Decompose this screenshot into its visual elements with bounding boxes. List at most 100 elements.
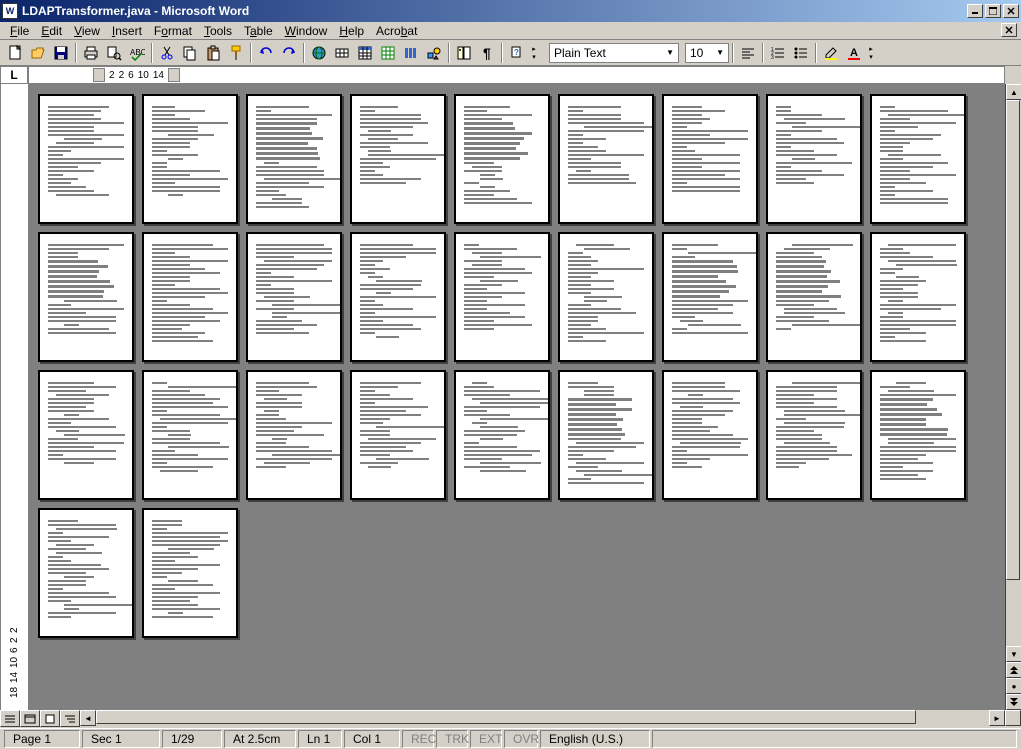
minimize-button[interactable] — [967, 4, 983, 18]
show-hide-button[interactable]: ¶ — [476, 42, 498, 64]
page-thumbnail[interactable] — [454, 370, 550, 500]
scroll-thumb[interactable] — [1006, 100, 1020, 580]
close-button[interactable] — [1003, 4, 1019, 18]
page-thumbnail[interactable] — [38, 508, 134, 638]
page-thumbnail[interactable] — [350, 370, 446, 500]
excel-button[interactable] — [377, 42, 399, 64]
ruler-tick: 6 — [9, 647, 20, 653]
menu-insert[interactable]: Insert — [106, 23, 148, 39]
page-thumbnail[interactable] — [766, 94, 862, 224]
page-thumbnail[interactable] — [246, 232, 342, 362]
document-map-button[interactable] — [453, 42, 475, 64]
print-button[interactable] — [80, 42, 102, 64]
page-thumbnail[interactable] — [350, 94, 446, 224]
drawing-button[interactable] — [423, 42, 445, 64]
page-thumbnail[interactable] — [142, 94, 238, 224]
menu-format[interactable]: Format — [148, 23, 198, 39]
next-page-button[interactable] — [1006, 694, 1021, 710]
copy-button[interactable] — [179, 42, 201, 64]
numbered-list-button[interactable]: 123 — [767, 42, 789, 64]
maximize-button[interactable] — [985, 4, 1001, 18]
columns-button[interactable] — [400, 42, 422, 64]
page-thumbnail[interactable] — [662, 232, 758, 362]
menu-edit[interactable]: Edit — [35, 23, 68, 39]
new-document-button[interactable] — [4, 42, 26, 64]
menu-tools[interactable]: Tools — [198, 23, 238, 39]
page-thumbnail[interactable] — [142, 508, 238, 638]
page-thumbnail[interactable] — [870, 232, 966, 362]
page-thumbnail[interactable] — [142, 232, 238, 362]
page-thumbnail[interactable] — [246, 370, 342, 500]
page-thumbnail[interactable] — [766, 232, 862, 362]
page-thumbnail[interactable] — [38, 232, 134, 362]
ruler-tick: 10 — [138, 70, 149, 81]
indent-marker[interactable] — [93, 68, 105, 82]
font-size-select[interactable]: 10▼ — [685, 43, 729, 63]
scroll-down-button[interactable]: ▼ — [1006, 646, 1021, 662]
tables-borders-button[interactable] — [331, 42, 353, 64]
page-thumbnail[interactable] — [350, 232, 446, 362]
font-color-button[interactable]: A — [843, 42, 865, 64]
format-painter-button[interactable] — [225, 42, 247, 64]
toolbar-separator — [762, 43, 764, 63]
normal-view-button[interactable] — [0, 710, 20, 727]
vertical-ruler[interactable]: 18 14 10 6 2 2 — [0, 84, 28, 710]
print-layout-view-button[interactable] — [40, 710, 60, 727]
help-button[interactable]: ? — [506, 42, 528, 64]
outline-view-button[interactable] — [60, 710, 80, 727]
page-thumbnail[interactable] — [246, 94, 342, 224]
page-thumbnail[interactable] — [142, 370, 238, 500]
cut-button[interactable] — [156, 42, 178, 64]
page-thumbnail[interactable] — [454, 232, 550, 362]
scroll-thumb[interactable] — [96, 710, 916, 724]
menu-help[interactable]: Help — [333, 23, 370, 39]
page-thumbnail[interactable] — [558, 94, 654, 224]
page-thumbnail[interactable] — [558, 370, 654, 500]
paste-button[interactable] — [202, 42, 224, 64]
highlight-button[interactable] — [820, 42, 842, 64]
spellcheck-button[interactable]: ABC — [126, 42, 148, 64]
menu-acrobat[interactable]: Acrobat — [370, 23, 423, 39]
align-left-button[interactable] — [737, 42, 759, 64]
page-thumbnail[interactable] — [766, 370, 862, 500]
scroll-left-button[interactable]: ◄ — [80, 710, 96, 726]
page-thumbnail[interactable] — [38, 94, 134, 224]
document-close-button[interactable] — [1001, 23, 1017, 37]
hyperlink-button[interactable] — [308, 42, 330, 64]
print-preview-button[interactable] — [103, 42, 125, 64]
tab-selector[interactable]: L — [0, 66, 28, 84]
style-select[interactable]: Plain Text▼ — [549, 43, 679, 63]
menu-table[interactable]: Table — [238, 23, 279, 39]
menu-view[interactable]: View — [68, 23, 106, 39]
scroll-track[interactable] — [1006, 100, 1021, 646]
resize-grip[interactable] — [1005, 710, 1021, 726]
open-button[interactable] — [27, 42, 49, 64]
bulleted-list-button[interactable] — [790, 42, 812, 64]
vertical-scrollbar[interactable]: ▲ ▼ ● — [1005, 84, 1021, 710]
browse-object-button[interactable]: ● — [1006, 678, 1021, 694]
scroll-right-button[interactable]: ► — [989, 710, 1005, 726]
menu-file[interactable]: File — [4, 23, 35, 39]
web-layout-view-button[interactable] — [20, 710, 40, 727]
page-thumbnail[interactable] — [454, 94, 550, 224]
scroll-track[interactable] — [96, 710, 989, 726]
save-button[interactable] — [50, 42, 72, 64]
horizontal-ruler[interactable]: 2 2 6 10 14 — [28, 66, 1005, 84]
scroll-up-button[interactable]: ▲ — [1006, 84, 1021, 100]
redo-button[interactable] — [278, 42, 300, 64]
toolbar-overflow-button[interactable]: ▸▾ — [866, 42, 876, 64]
undo-button[interactable] — [255, 42, 277, 64]
page-thumbnail[interactable] — [662, 370, 758, 500]
indent-marker[interactable] — [168, 68, 180, 82]
page-thumbnail[interactable] — [558, 232, 654, 362]
toolbar-overflow-button[interactable]: ▸▾ — [529, 42, 539, 64]
document-area[interactable] — [28, 84, 1005, 710]
menu-window[interactable]: Window — [279, 23, 334, 39]
page-thumbnail[interactable] — [662, 94, 758, 224]
horizontal-scrollbar[interactable]: ◄ ► — [80, 710, 1005, 728]
insert-table-button[interactable] — [354, 42, 376, 64]
page-thumbnail[interactable] — [38, 370, 134, 500]
previous-page-button[interactable] — [1006, 662, 1021, 678]
page-thumbnail[interactable] — [870, 370, 966, 500]
page-thumbnail[interactable] — [870, 94, 966, 224]
